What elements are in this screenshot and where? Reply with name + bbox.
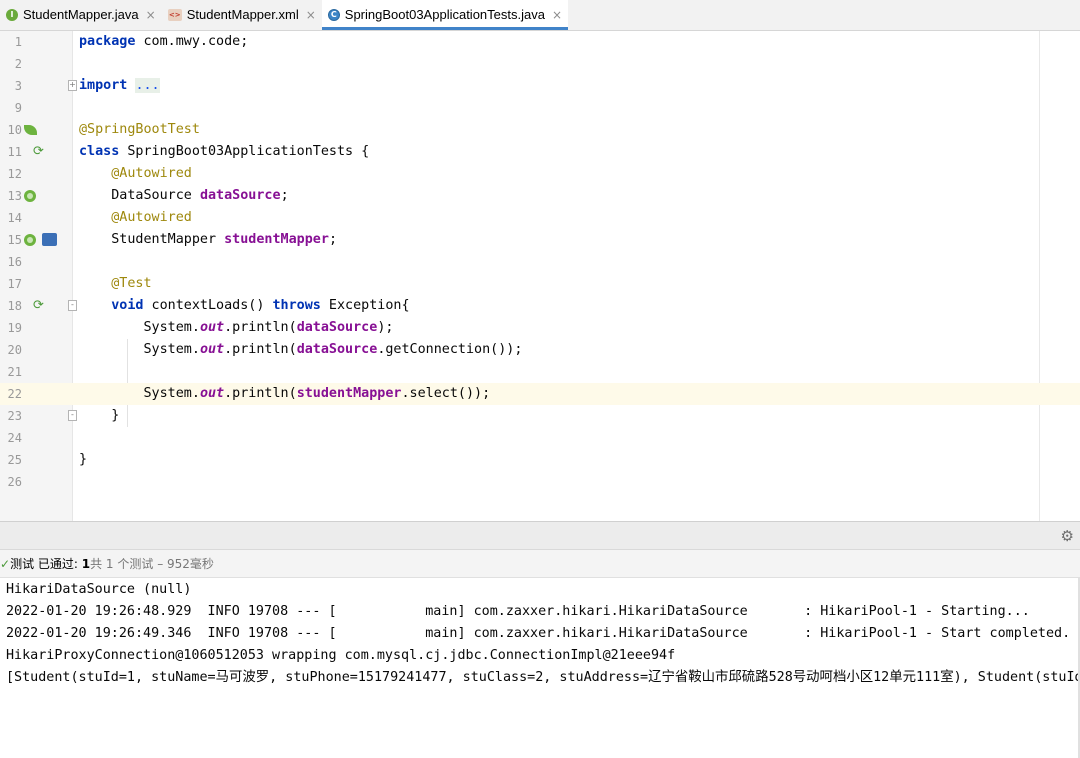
code-line: 10 @SpringBootTest <box>0 119 1080 141</box>
mybatis-mapper-icon[interactable] <box>42 233 57 246</box>
code-line: 14 @Autowired <box>0 207 1080 229</box>
code-line: 9 <box>0 97 1080 119</box>
line-number: 12 <box>7 167 22 181</box>
test-status-line: ✓测试 已通过: 1共 1 个测试 – 952毫秒 <box>0 550 1080 578</box>
tab-springboot03applicationtests-java[interactable]: C SpringBoot03ApplicationTests.java × <box>321 0 569 30</box>
code-line: 19 System.out.println(dataSource); <box>0 317 1080 339</box>
spring-leaf-icon[interactable] <box>24 125 37 135</box>
line-number: 16 <box>7 255 22 269</box>
code-text: void contextLoads() throws Exception{ <box>111 298 410 313</box>
line-number: 15 <box>7 233 22 247</box>
line-number: 14 <box>7 211 22 225</box>
spring-bean-icon[interactable] <box>24 234 36 246</box>
tab-label: StudentMapper.xml <box>186 7 299 22</box>
code-text: System.out.println(studentMapper.select(… <box>143 386 491 401</box>
spring-bean-icon[interactable] <box>24 190 36 202</box>
interface-icon: I <box>6 8 18 21</box>
code-line: 16 <box>0 251 1080 273</box>
code-line: 24 <box>0 427 1080 449</box>
code-line: 13 DataSource dataSource; <box>0 185 1080 207</box>
status-detail: 共 1 个测试 – 952毫秒 <box>90 557 214 571</box>
xml-file-icon: <> <box>167 8 182 21</box>
check-icon: ✓ <box>0 557 11 571</box>
run-panel-toolbar: ⚙ <box>0 521 1080 550</box>
fold-expand-icon[interactable]: + <box>68 80 77 91</box>
line-number: 10 <box>7 123 22 137</box>
code-line: 15 StudentMapper studentMapper; <box>0 229 1080 251</box>
console-line: [Student(stuId=1, stuName=马可波罗, stuPhone… <box>6 670 1080 685</box>
line-number: 9 <box>14 101 22 115</box>
line-number: 25 <box>7 453 22 467</box>
code-text: } <box>79 452 88 467</box>
code-text: package com.mwy.code; <box>79 34 249 49</box>
code-line: 20 System.out.println(dataSource.getConn… <box>0 339 1080 361</box>
line-number: 17 <box>7 277 22 291</box>
code-line: 21 <box>0 361 1080 383</box>
code-text: System.out.println(dataSource.getConnect… <box>143 342 523 357</box>
code-line: 12 @Autowired <box>0 163 1080 185</box>
line-number: 1 <box>14 35 22 49</box>
line-number: 21 <box>7 365 22 379</box>
console-line: 2022-01-20 19:26:49.346 INFO 19708 --- [… <box>6 626 1071 641</box>
code-line: 18 ⟳ - void contextLoads() throws Except… <box>0 295 1080 317</box>
line-number: 2 <box>14 57 22 71</box>
code-line: 17 @Test <box>0 273 1080 295</box>
code-text: class SpringBoot03ApplicationTests { <box>79 144 370 159</box>
line-number: 22 <box>7 387 22 401</box>
line-number: 13 <box>7 189 22 203</box>
fold-end-icon[interactable]: - <box>68 410 77 421</box>
code-text: @Autowired <box>111 210 192 225</box>
code-text: } <box>111 408 120 423</box>
status-count: 1 <box>81 557 91 571</box>
code-text: System.out.println(dataSource); <box>143 320 394 335</box>
code-text: import ... <box>79 78 160 93</box>
tab-label: SpringBoot03ApplicationTests.java <box>344 7 545 22</box>
line-number: 24 <box>7 431 22 445</box>
run-test-icon[interactable]: ⟳ <box>33 299 44 313</box>
line-number: 3 <box>14 79 22 93</box>
code-line: 1 package com.mwy.code; <box>0 31 1080 53</box>
code-text: StudentMapper studentMapper; <box>111 232 337 247</box>
line-number: 20 <box>7 343 22 357</box>
code-text: @SpringBootTest <box>79 122 200 137</box>
gear-icon[interactable]: ⚙ <box>1061 527 1074 545</box>
code-line: 23 - } <box>0 405 1080 427</box>
line-number: 19 <box>7 321 22 335</box>
code-line: 3 + import ... <box>0 75 1080 97</box>
code-text: DataSource dataSource; <box>111 188 289 203</box>
code-text: @Test <box>111 276 152 291</box>
code-line: 26 <box>0 471 1080 493</box>
code-text: @Autowired <box>111 166 192 181</box>
code-line: 2 <box>0 53 1080 75</box>
tab-studentmapper-xml[interactable]: <> StudentMapper.xml × <box>162 0 322 30</box>
code-editor[interactable]: 1 package com.mwy.code; 2 3 + import ...… <box>0 31 1080 521</box>
close-icon[interactable]: × <box>306 8 316 22</box>
status-label: 测试 已通过: <box>10 557 82 571</box>
close-icon[interactable]: × <box>146 8 156 22</box>
current-code-line: 22 System.out.println(studentMapper.sele… <box>0 383 1080 405</box>
console-line: HikariDataSource (null) <box>6 582 192 597</box>
code-line: 25 } <box>0 449 1080 471</box>
class-icon: C <box>327 8 340 21</box>
folded-imports[interactable]: ... <box>135 78 160 93</box>
code-line: 11 ⟳ class SpringBoot03ApplicationTests … <box>0 141 1080 163</box>
line-number: 26 <box>7 475 22 489</box>
console-output[interactable]: HikariDataSource (null) 2022-01-20 19:26… <box>0 578 1080 758</box>
line-number: 18 <box>7 299 22 313</box>
close-icon[interactable]: × <box>552 8 562 22</box>
line-number: 23 <box>7 409 22 423</box>
console-line: 2022-01-20 19:26:48.929 INFO 19708 --- [… <box>6 604 1030 619</box>
console-line: HikariProxyConnection@1060512053 wrappin… <box>6 648 676 663</box>
tab-label: StudentMapper.java <box>23 7 139 22</box>
tab-studentmapper-java[interactable]: I StudentMapper.java × <box>0 0 162 30</box>
run-test-icon[interactable]: ⟳ <box>33 145 44 159</box>
editor-tab-bar: I StudentMapper.java × <> StudentMapper.… <box>0 0 1080 31</box>
fold-collapse-icon[interactable]: - <box>68 300 77 311</box>
line-number: 11 <box>7 145 22 159</box>
